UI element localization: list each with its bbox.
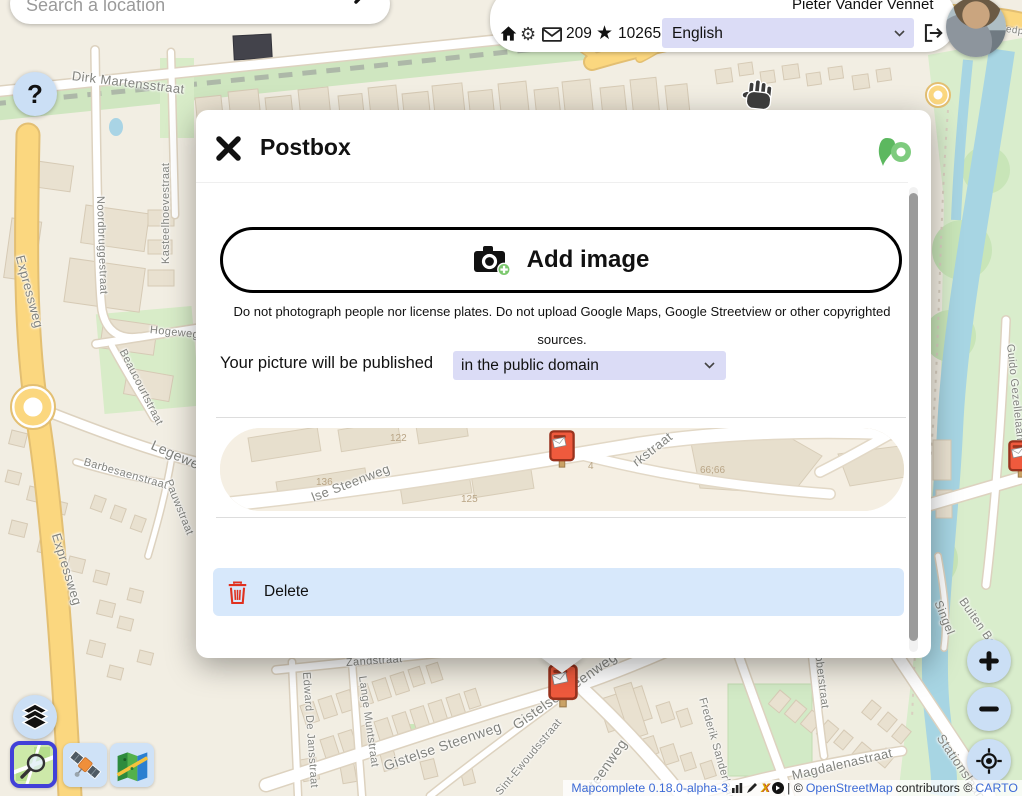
license-select[interactable]: in the public domain — [453, 351, 726, 380]
zoom-in-button[interactable] — [967, 639, 1011, 683]
background-layer-satellite-button[interactable] — [63, 743, 107, 787]
mapcomplete-version-link[interactable]: Mapcomplete 0.18.0-alpha-3 — [571, 781, 728, 795]
delete-label: Delete — [264, 583, 309, 601]
minus-icon — [975, 695, 1003, 723]
geolocate-button[interactable] — [967, 739, 1011, 783]
add-image-button[interactable]: Add image — [220, 227, 902, 293]
housenumber-label: 4 — [588, 461, 594, 472]
stats-icon[interactable] — [731, 782, 743, 794]
background-layer-osm-button[interactable] — [10, 741, 57, 788]
attribution-separator: | © — [787, 781, 803, 795]
plus-icon — [975, 647, 1003, 675]
feature-minimap[interactable]: 122136125466;66lse Steenwegrkstraat — [220, 428, 904, 511]
logout-icon[interactable] — [922, 22, 944, 44]
header-divider — [196, 182, 908, 183]
mapcomplete-logo-icon — [877, 134, 913, 170]
postbox-marker-edge[interactable] — [1008, 440, 1022, 479]
scrollbar-thumb[interactable] — [909, 193, 918, 641]
divider — [216, 417, 906, 418]
username-label: Pieter Vander Vennet — [792, 0, 934, 13]
hand-cursor-icon — [740, 76, 778, 116]
popup-title: Postbox — [260, 134, 351, 161]
divider — [216, 517, 906, 518]
layers-icon — [21, 703, 49, 731]
star-icon[interactable]: ★ — [596, 22, 613, 45]
close-icon[interactable] — [215, 135, 242, 162]
attribution-contributors: contributors © — [896, 781, 973, 795]
folded-map-icon — [114, 747, 150, 783]
zoom-out-button[interactable] — [967, 687, 1011, 731]
osm-link[interactable]: OpenStreetMap — [806, 781, 893, 795]
messages-envelope-icon[interactable] — [542, 27, 562, 42]
layers-button[interactable] — [13, 695, 57, 739]
round-arrow-icon[interactable] — [772, 782, 784, 794]
popup-tail — [539, 656, 585, 673]
search-input[interactable] — [24, 0, 358, 22]
street-label: rkstraat — [629, 429, 675, 469]
settings-gear-icon[interactable]: ⚙ — [520, 24, 536, 45]
image-upload-caption: Do not photograph people nor license pla… — [230, 298, 894, 354]
help-question-label: ? — [27, 79, 43, 110]
search-icon[interactable] — [352, 0, 380, 6]
attribution-bar: Mapcomplete 0.18.0-alpha-3 X | © OpenStr… — [563, 780, 1022, 796]
osm-map-thumbnail-icon — [14, 745, 53, 784]
housenumber-label: 122 — [390, 433, 407, 444]
help-button[interactable]: ? — [13, 72, 57, 116]
housenumber-label: 125 — [461, 494, 478, 505]
search-bar — [10, 0, 390, 24]
home-icon[interactable] — [500, 25, 517, 42]
camera-plus-icon — [473, 244, 513, 276]
delete-button[interactable]: Delete — [213, 568, 904, 616]
changesets-count[interactable]: 10265 — [618, 25, 661, 43]
crosshair-icon — [974, 746, 1004, 776]
housenumber-label: 66;66 — [700, 465, 725, 476]
satellite-icon — [67, 747, 103, 783]
postbox-popup: Postbox Add image Do not photograph peop… — [196, 110, 931, 658]
postbox-marker-minimap — [549, 430, 575, 469]
trash-icon — [227, 580, 248, 605]
language-select[interactable]: English — [662, 18, 914, 48]
background-layer-map-button[interactable] — [110, 743, 154, 787]
carto-link[interactable]: CARTO — [975, 781, 1018, 795]
add-image-label: Add image — [527, 246, 650, 274]
josm-icon[interactable]: X — [761, 781, 769, 795]
edit-pen-icon[interactable] — [746, 782, 758, 794]
license-prefix-label: Your picture will be published — [220, 354, 433, 373]
messages-count[interactable]: 209 — [566, 25, 592, 43]
mapcomplete-app: Dirk MartensstraatExpresswegNoordbrugges… — [0, 0, 1022, 796]
